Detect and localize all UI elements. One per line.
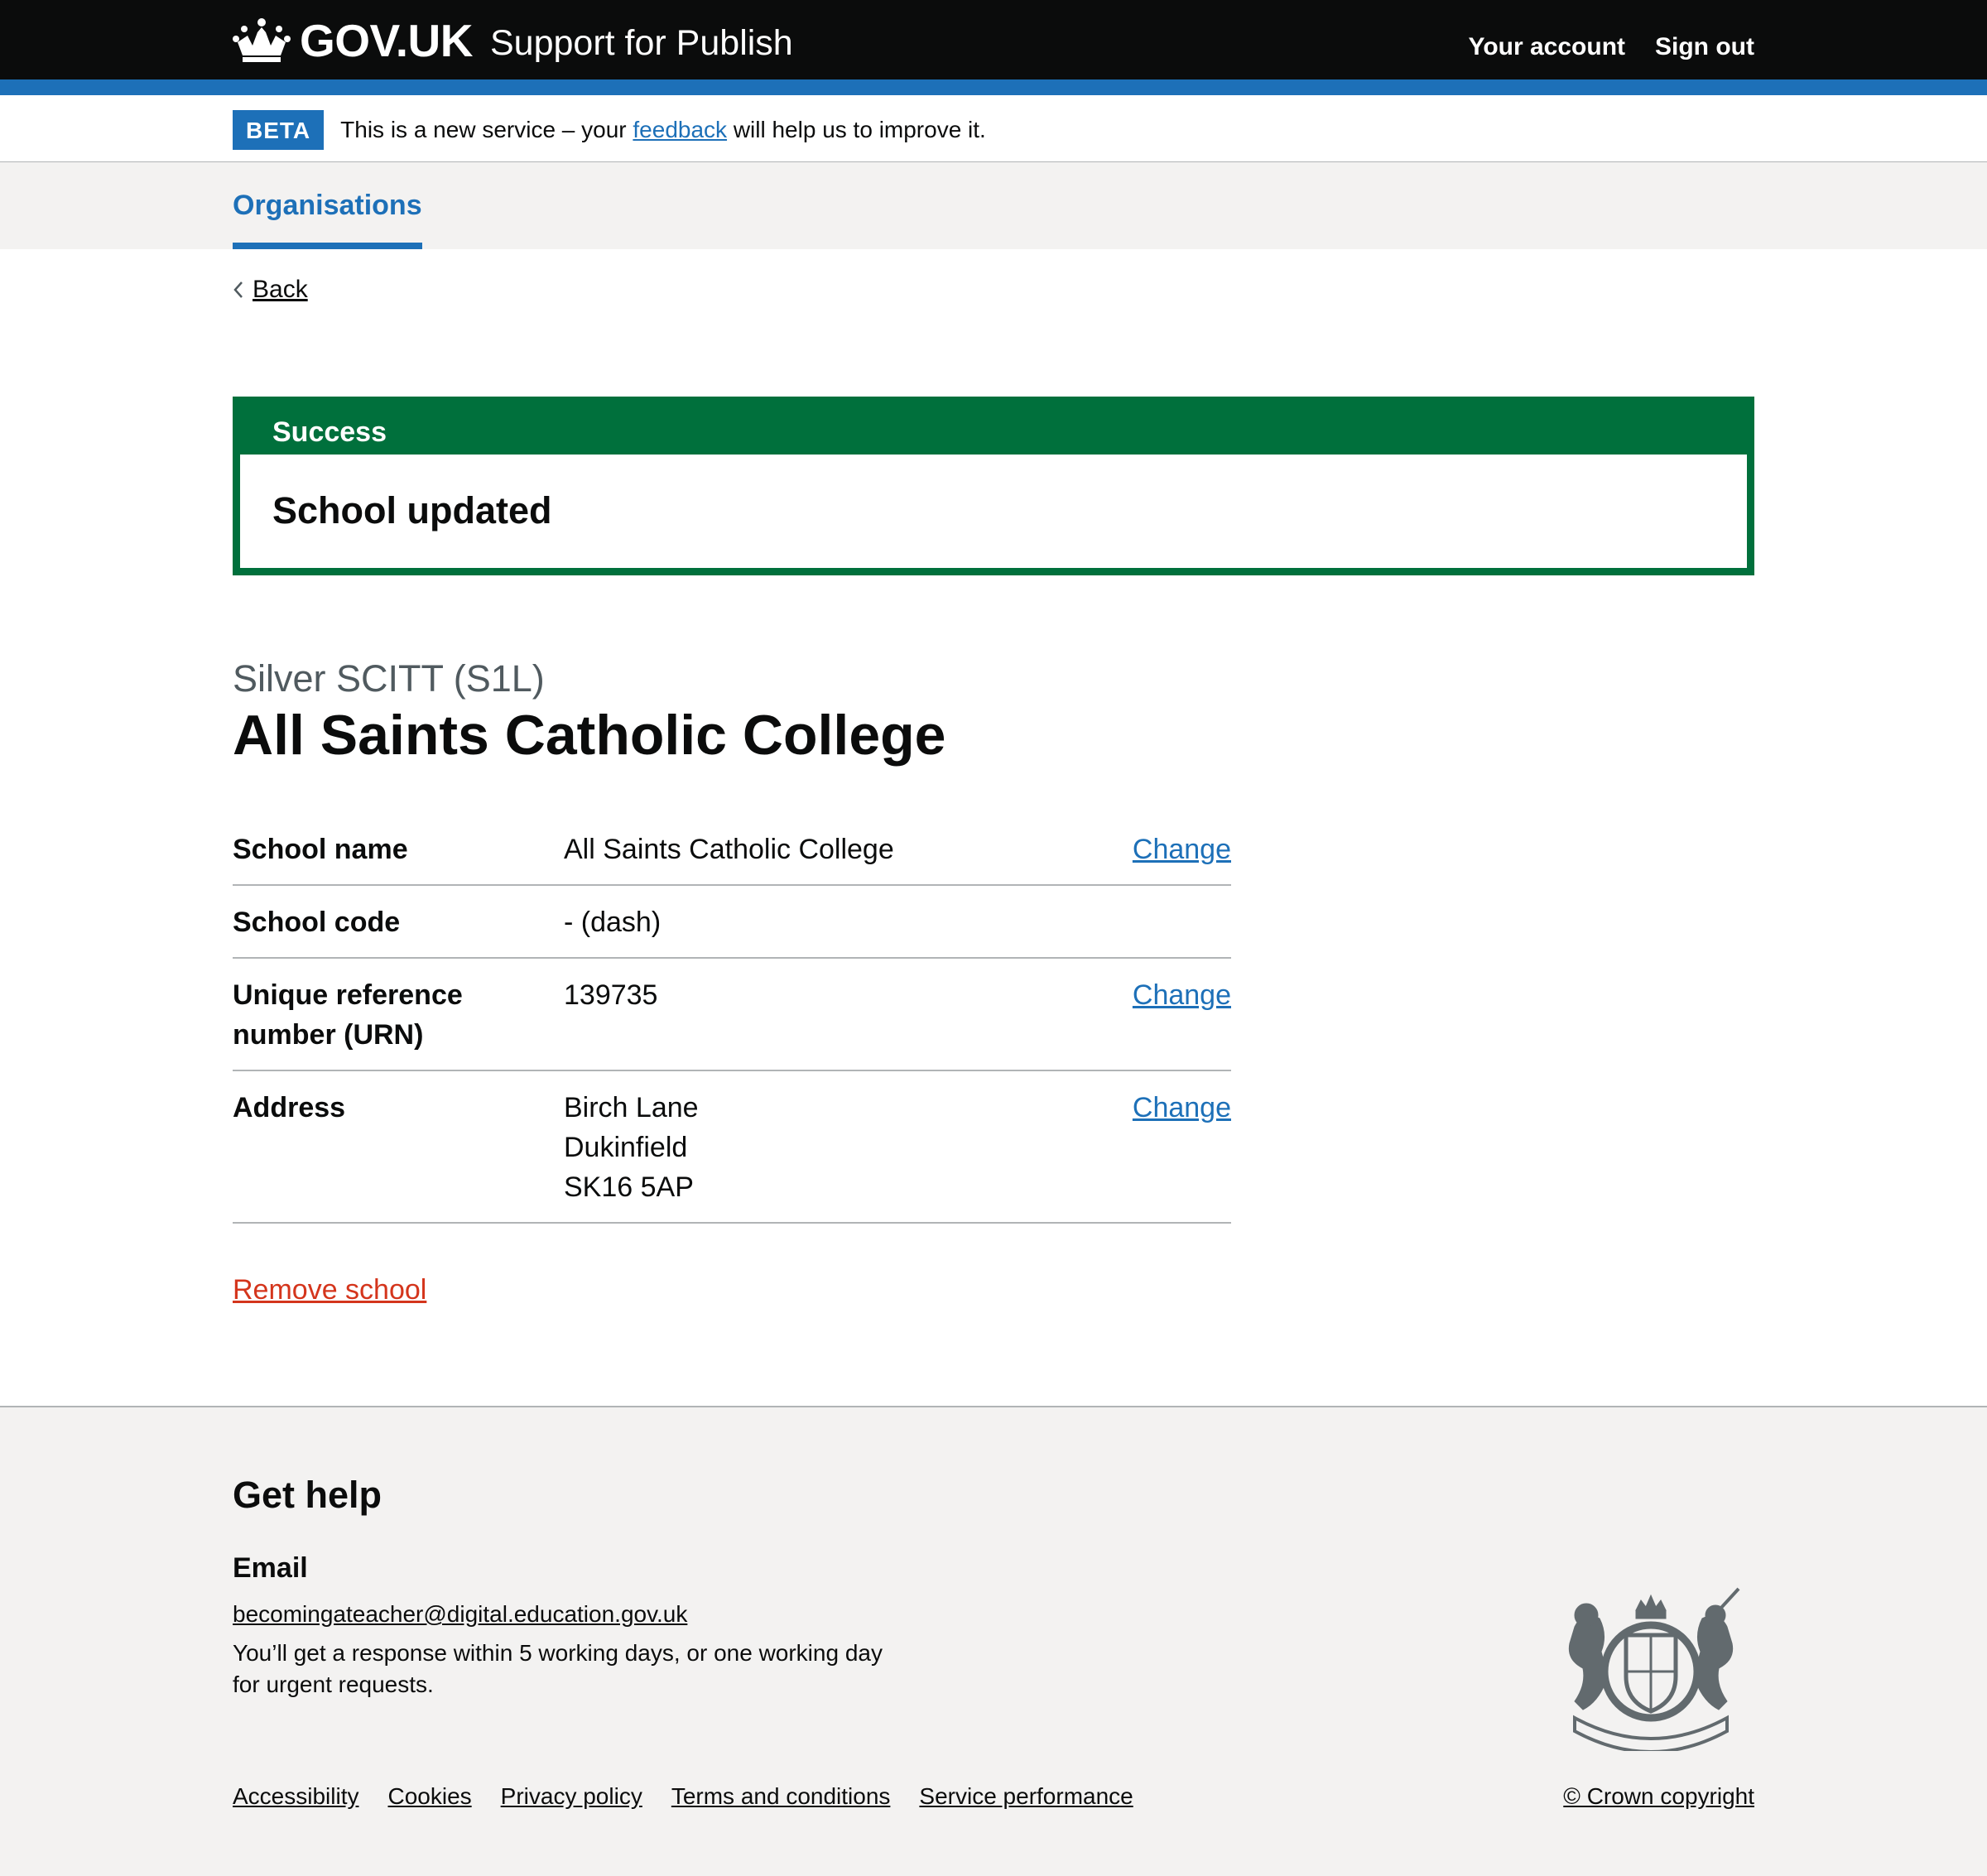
nav-organisations-link[interactable]: Organisations	[233, 162, 422, 224]
summary-action: Change	[1133, 975, 1231, 1015]
summary-value: All Saints Catholic College	[564, 834, 894, 865]
footer-links: Accessibility Cookies Privacy policy Ter…	[233, 1780, 1133, 1813]
footer-link-service-performance[interactable]: Service performance	[919, 1780, 1133, 1813]
phase-banner-text: This is a new service – your feedback wi…	[340, 117, 986, 142]
change-urn-link[interactable]: Change	[1133, 979, 1231, 1011]
success-banner-heading: School updated	[272, 489, 552, 532]
footer-email-label: Email	[233, 1552, 308, 1584]
remove-school-link[interactable]: Remove school	[233, 1274, 426, 1306]
school-summary-list: School name All Saints Catholic College …	[233, 820, 1231, 1224]
summary-value: 139735	[564, 979, 658, 1011]
site-header: GOV.UK Support for Publish Your account …	[0, 0, 1987, 79]
footer-heading: Get help	[233, 1474, 382, 1516]
summary-row-urn: Unique reference number (URN) 139735 Cha…	[233, 959, 1231, 1071]
crown-copyright: © Crown copyright	[1563, 1780, 1754, 1813]
your-account-link[interactable]: Your account	[1469, 26, 1625, 68]
summary-action: Change	[1133, 830, 1231, 869]
summary-row-school-code: School code - (dash)	[233, 886, 1231, 959]
footer-email: becomingateacher@digital.education.gov.u…	[233, 1598, 687, 1631]
change-school-name-link[interactable]: Change	[1133, 834, 1231, 865]
address-line-1: Birch Lane	[564, 1092, 699, 1123]
primary-navigation: Organisations	[0, 162, 1987, 249]
chevron-left-icon	[233, 281, 243, 298]
footer-link-privacy-policy[interactable]: Privacy policy	[501, 1780, 642, 1813]
summary-row-address: Address Birch Lane Dukinfield SK16 5AP C…	[233, 1071, 1231, 1224]
active-nav-indicator	[233, 243, 422, 249]
footer-link-accessibility[interactable]: Accessibility	[233, 1780, 358, 1813]
govuk-logo-link[interactable]: GOV.UK	[233, 13, 473, 68]
service-name[interactable]: Support for Publish	[490, 18, 793, 68]
header-accent-bar	[0, 79, 1987, 95]
footer-link-terms[interactable]: Terms and conditions	[671, 1780, 891, 1813]
support-email-link[interactable]: becomingateacher@digital.education.gov.u…	[233, 1601, 687, 1627]
summary-key: Address	[233, 1092, 346, 1123]
back-link[interactable]: Back	[253, 273, 308, 306]
page-title: All Saints Catholic College	[233, 704, 946, 767]
remove-school-container: Remove school	[233, 1270, 426, 1310]
logo-text: GOV.UK	[300, 15, 473, 66]
summary-key: School name	[233, 834, 408, 865]
back-link-container: Back	[233, 273, 308, 306]
crown-icon	[233, 18, 291, 62]
site-footer: Get help Email becomingateacher@digital.…	[0, 1406, 1987, 1876]
footer-link-cookies[interactable]: Cookies	[387, 1780, 471, 1813]
summary-action: Change	[1133, 1088, 1231, 1128]
address-line-3: SK16 5AP	[564, 1171, 694, 1203]
summary-row-school-name: School name All Saints Catholic College …	[233, 820, 1231, 886]
phase-banner: BETA This is a new service – your feedba…	[0, 95, 1987, 162]
sign-out-link[interactable]: Sign out	[1655, 26, 1754, 68]
summary-key: Unique reference number (URN)	[233, 979, 463, 1051]
summary-value: - (dash)	[564, 907, 662, 938]
success-banner-content: School updated	[240, 455, 1747, 568]
success-banner-title: Success	[272, 416, 387, 448]
address-line-2: Dukinfield	[564, 1132, 688, 1163]
change-address-link[interactable]: Change	[1133, 1092, 1231, 1123]
royal-coat-of-arms-icon	[1568, 1587, 1740, 1751]
header-nav: Your account Sign out	[1469, 26, 1754, 68]
organisation-caption: Silver SCITT (S1L)	[233, 657, 545, 700]
success-notification-banner: Success School updated	[233, 397, 1754, 575]
beta-tag: BETA	[233, 110, 325, 150]
footer-response-note: You’ll get a response within 5 working d…	[233, 1640, 883, 1697]
summary-value-address: Birch Lane Dukinfield SK16 5AP	[564, 1088, 699, 1207]
summary-key: School code	[233, 907, 401, 938]
nav-item-organisations[interactable]: Organisations	[233, 162, 422, 249]
feedback-link[interactable]: feedback	[633, 117, 727, 142]
crown-copyright-link[interactable]: © Crown copyright	[1563, 1783, 1754, 1809]
